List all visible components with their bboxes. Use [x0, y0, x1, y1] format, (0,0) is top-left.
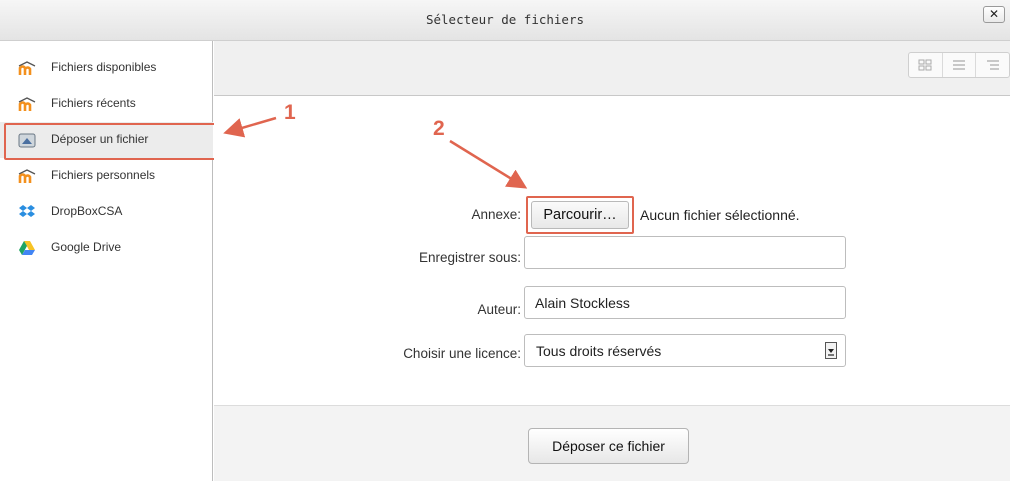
google-drive-icon: [18, 240, 36, 256]
view-switcher: [908, 52, 1010, 78]
sidebar-item-label: Google Drive: [51, 240, 122, 254]
tree-view-button[interactable]: [976, 53, 1009, 77]
save-as-label: Enregistrer sous:: [418, 250, 521, 265]
sidebar-item-label: Fichiers disponibles: [51, 60, 157, 74]
license-value: Tous droits réservés: [536, 343, 662, 359]
close-button[interactable]: ✕: [983, 6, 1005, 23]
moodle-icon: [18, 60, 36, 76]
close-icon: ✕: [988, 7, 1000, 21]
sidebar-item-label: DropBoxCSA: [51, 204, 123, 218]
attachment-label: Annexe:: [471, 207, 521, 222]
sidebar-item-available-files[interactable]: Fichiers disponibles: [0, 50, 213, 86]
moodle-icon: [18, 96, 36, 112]
annotation-step-1: 1: [284, 101, 296, 124]
tree-view-icon: [986, 60, 999, 70]
author-label: Auteur:: [477, 302, 521, 317]
author-input[interactable]: [524, 286, 846, 319]
sidebar-item-dropbox[interactable]: DropBoxCSA: [0, 194, 213, 230]
license-label: Choisir une licence:: [403, 346, 521, 361]
annotation-highlight-box: Parcourir…: [526, 196, 634, 234]
save-as-input[interactable]: [524, 236, 846, 269]
browse-button[interactable]: Parcourir…: [531, 201, 629, 229]
license-select[interactable]: Tous droits réservés: [524, 334, 846, 367]
moodle-icon: [18, 168, 36, 184]
grid-view-button[interactable]: [909, 53, 943, 77]
sidebar-item-google-drive[interactable]: Google Drive: [0, 230, 213, 266]
sidebar-item-recent-files[interactable]: Fichiers récents: [0, 86, 213, 122]
list-view-icon: [953, 60, 965, 70]
list-view-button[interactable]: [943, 53, 977, 77]
chevron-down-icon: [825, 342, 837, 359]
upload-icon: [18, 132, 36, 148]
file-toolbar: [214, 41, 1010, 96]
sidebar-item-label: Fichiers personnels: [51, 168, 156, 182]
dialog-titlebar: Sélecteur de fichiers ✕: [0, 0, 1010, 41]
dialog-title: Sélecteur de fichiers: [425, 12, 585, 27]
sidebar-item-personal-files[interactable]: Fichiers personnels: [0, 158, 213, 194]
sidebar-item-upload-file[interactable]: Déposer un fichier: [0, 122, 216, 160]
no-file-text: Aucun fichier sélectionné.: [640, 207, 800, 223]
sidebar-item-label: Fichiers récents: [51, 96, 136, 110]
repository-sidebar: Fichiers disponibles Fichiers récents Dé…: [0, 41, 216, 481]
dropbox-icon: [18, 204, 36, 220]
sidebar-item-label: Déposer un fichier: [51, 132, 149, 146]
upload-file-button[interactable]: Déposer ce fichier: [528, 428, 689, 464]
grid-view-icon: [918, 59, 932, 71]
annotation-step-2: 2: [433, 117, 445, 140]
